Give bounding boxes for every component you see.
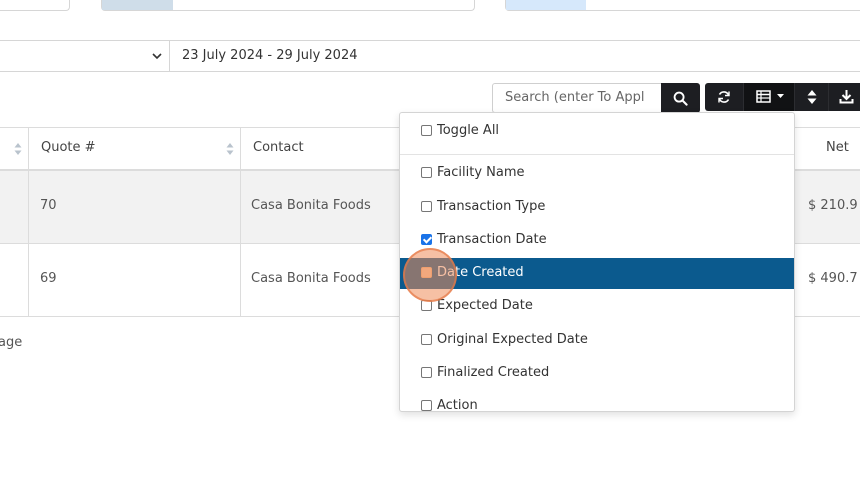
- column-header-quote[interactable]: Quote #: [29, 128, 108, 172]
- sort-button[interactable]: [794, 83, 828, 111]
- columns-dropdown-menu: Toggle All Facility Name Transaction Typ…: [399, 112, 795, 412]
- dropdown-item-label: Expected Date: [437, 298, 533, 313]
- download-icon: [839, 90, 854, 104]
- top-card-right-accent: [506, 0, 586, 10]
- cell-contact: Casa Bonita Foods: [251, 271, 371, 286]
- download-button[interactable]: [828, 83, 860, 111]
- checkbox[interactable]: [421, 201, 432, 212]
- dropdown-item-action[interactable]: Action: [400, 390, 794, 412]
- top-card-middle-accent: [102, 0, 173, 10]
- dropdown-divider: [400, 154, 794, 155]
- top-card-right: [505, 0, 860, 11]
- sort-arrows-icon[interactable]: [14, 142, 22, 156]
- checkbox[interactable]: [421, 334, 432, 345]
- top-card-middle: [101, 0, 475, 11]
- checkbox-checked[interactable]: [421, 234, 432, 245]
- checkbox[interactable]: [421, 400, 432, 411]
- cell-net: $ 490.7: [808, 271, 858, 286]
- column-divider: [28, 244, 29, 317]
- click-highlight: [403, 248, 457, 302]
- cell-quote: 69: [40, 271, 57, 286]
- dropdown-item-label: Facility Name: [437, 165, 525, 180]
- search-input[interactable]: Search (enter To Appl: [492, 83, 662, 113]
- refresh-icon: [718, 91, 730, 103]
- columns-icon: [756, 90, 771, 103]
- dropdown-item-label: Original Expected Date: [437, 332, 588, 347]
- columns-button[interactable]: [743, 83, 794, 111]
- dropdown-item-label: Action: [437, 398, 478, 412]
- dropdown-item-transaction-type[interactable]: Transaction Type: [400, 191, 794, 224]
- caret-down-icon: [777, 94, 784, 98]
- dropdown-item-label: Transaction Date: [437, 232, 547, 247]
- dropdown-item-label: Finalized Created: [437, 365, 550, 380]
- cell-net: $ 210.9: [808, 198, 858, 213]
- date-range-input[interactable]: 23 July 2024 - 29 July 2024: [169, 40, 860, 72]
- dropdown-item-expected-date[interactable]: Expected Date: [400, 290, 794, 323]
- filter-select[interactable]: [0, 40, 170, 72]
- search-icon: [673, 91, 688, 106]
- dropdown-item-original-expected-date[interactable]: Original Expected Date: [400, 324, 794, 357]
- cell-contact: Casa Bonita Foods: [251, 198, 371, 213]
- pagination-text: age: [0, 335, 23, 350]
- dropdown-item-label: Toggle All: [437, 123, 500, 138]
- checkbox[interactable]: [421, 167, 432, 178]
- chevron-down-icon: [152, 53, 162, 60]
- checkbox[interactable]: [421, 367, 432, 378]
- dropdown-item-toggle-all[interactable]: Toggle All: [400, 115, 794, 148]
- sort-arrows-icon[interactable]: [226, 142, 234, 156]
- top-card-left: [0, 0, 70, 11]
- column-header-contact[interactable]: Contact: [241, 128, 316, 172]
- sort-icon: [807, 90, 817, 104]
- dropdown-item-facility-name[interactable]: Facility Name: [400, 157, 794, 190]
- column-divider: [240, 244, 241, 317]
- column-divider: [240, 171, 241, 244]
- dropdown-item-date-created[interactable]: Date Created: [400, 258, 794, 289]
- dropdown-item-label: Transaction Type: [437, 199, 546, 214]
- column-divider: [28, 171, 29, 244]
- dropdown-item-transaction-date[interactable]: Transaction Date: [400, 224, 794, 257]
- cell-quote: 70: [40, 198, 57, 213]
- column-header-net[interactable]: Net: [814, 128, 860, 172]
- search-button[interactable]: [661, 83, 700, 113]
- refresh-button[interactable]: [705, 83, 743, 111]
- checkbox[interactable]: [421, 125, 432, 136]
- dropdown-item-finalized-created[interactable]: Finalized Created: [400, 357, 794, 390]
